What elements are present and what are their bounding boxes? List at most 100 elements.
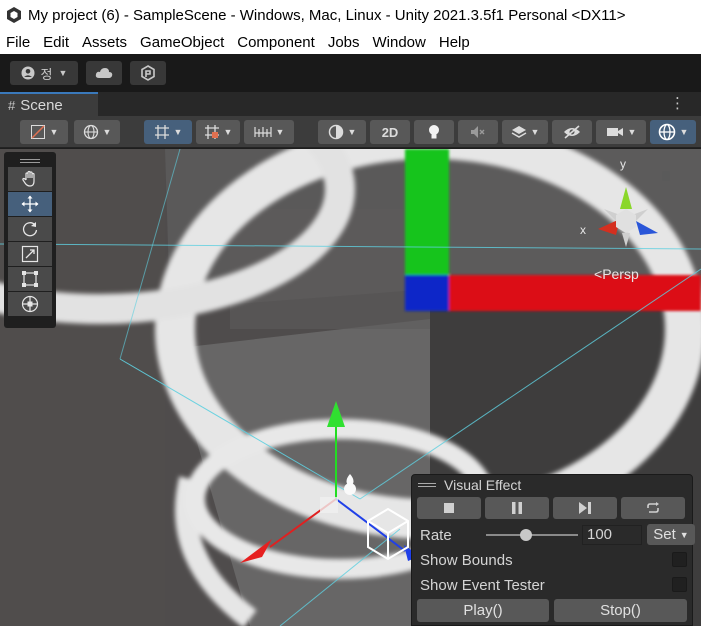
- restart-icon: [647, 502, 659, 513]
- chevron-down-icon: ▼: [530, 127, 540, 137]
- hand-tool-button[interactable]: [8, 167, 52, 191]
- grid-snap-icon: [154, 125, 169, 139]
- set-label: Set: [653, 526, 676, 543]
- play-event-button[interactable]: Play(): [417, 599, 549, 622]
- projection-toggle[interactable]: <Persp: [594, 266, 639, 282]
- title-bar: My project (6) - SampleScene - Windows, …: [0, 0, 701, 30]
- tab-strip: # Scene ⋮: [0, 92, 701, 116]
- chevron-down-icon: ▼: [102, 127, 112, 137]
- pause-button[interactable]: [485, 497, 549, 519]
- stop-event-button[interactable]: Stop(): [554, 599, 687, 622]
- chevron-left-icon: <: [594, 266, 603, 282]
- camera-settings-button[interactable]: ▼: [596, 120, 646, 144]
- scene-toolbar: ▼ ▼ ▼ ▼ ▼ ▼ 2D ▼ ▼ ▼: [0, 116, 701, 148]
- axis-x-label: x: [580, 223, 586, 237]
- hand-icon: [22, 170, 35, 187]
- account-button[interactable]: 정 ▼: [10, 61, 78, 85]
- chevron-down-icon: ▼: [347, 127, 357, 137]
- rate-row: Rate 100 Set ▼: [420, 524, 695, 546]
- stop-button[interactable]: [417, 497, 481, 519]
- drag-handle[interactable]: [8, 156, 52, 166]
- show-bounds-checkbox[interactable]: [672, 552, 687, 567]
- grid-icon: #: [8, 97, 16, 113]
- ruler-snap-button[interactable]: ▼: [244, 120, 294, 144]
- set-rate-dropdown[interactable]: Set ▼: [647, 524, 695, 545]
- show-bounds-label: Show Bounds: [420, 551, 513, 569]
- 2d-toggle-button[interactable]: 2D: [370, 120, 410, 144]
- menu-bar: File Edit Assets GameObject Component Jo…: [0, 30, 701, 54]
- transform-tool-button[interactable]: [8, 292, 52, 316]
- show-event-tester-checkbox[interactable]: [672, 577, 687, 592]
- light-bulb-icon: [429, 125, 439, 139]
- gizmo-globe-icon: [658, 123, 675, 141]
- restart-button[interactable]: [621, 497, 685, 519]
- visual-effect-panel: Visual Effect Rate 100 Set ▼ Show Bounds…: [411, 474, 695, 626]
- chevron-down-icon: ▼: [58, 68, 68, 78]
- collab-button[interactable]: [130, 61, 166, 85]
- camera-icon: [606, 128, 623, 136]
- axis-z-label: z: [662, 224, 668, 238]
- rate-label: Rate: [420, 526, 452, 544]
- vfx-panel-header[interactable]: Visual Effect: [412, 475, 692, 495]
- mute-icon: [471, 126, 485, 138]
- rate-slider-track[interactable]: [486, 534, 578, 536]
- chevron-down-icon: ▼: [627, 127, 637, 137]
- chevron-down-icon: ▼: [679, 127, 689, 137]
- cloud-button[interactable]: [86, 61, 122, 85]
- orientation-gizmo[interactable]: y x z: [580, 157, 672, 263]
- more-options-icon[interactable]: ⋮: [670, 96, 685, 111]
- rate-slider-handle[interactable]: [520, 529, 532, 541]
- step-button[interactable]: [553, 497, 617, 519]
- rate-value-field[interactable]: 100: [582, 525, 642, 545]
- stop-icon: [444, 503, 454, 513]
- menu-assets[interactable]: Assets: [82, 34, 127, 51]
- menu-edit[interactable]: Edit: [43, 34, 69, 51]
- audio-toggle-button[interactable]: [458, 120, 498, 144]
- tools-palette: [4, 152, 56, 328]
- chevron-down-icon: ▼: [679, 529, 689, 540]
- gizmos-button[interactable]: ▼: [650, 120, 696, 144]
- tab-scene[interactable]: # Scene: [0, 92, 98, 116]
- shading-mode-button[interactable]: ▼: [318, 120, 366, 144]
- menu-file[interactable]: File: [6, 34, 30, 51]
- increment-snap-button[interactable]: ▼: [196, 120, 240, 144]
- shaded-draw-icon: [30, 125, 45, 139]
- menu-jobs[interactable]: Jobs: [328, 34, 360, 51]
- move-tool-button[interactable]: [8, 192, 52, 216]
- orientation-button[interactable]: ▼: [74, 120, 120, 144]
- menu-component[interactable]: Component: [237, 34, 315, 51]
- drag-handle-icon[interactable]: [418, 483, 436, 487]
- lighting-toggle-button[interactable]: [414, 120, 454, 144]
- layers-icon: [511, 126, 526, 138]
- grid-snap-button[interactable]: ▼: [144, 120, 192, 144]
- vfx-panel-title: Visual Effect: [444, 477, 522, 493]
- account-icon: [21, 66, 35, 80]
- main-toolbar: 정 ▼: [0, 54, 701, 92]
- scale-tool-button[interactable]: [8, 242, 52, 266]
- chevron-down-icon: ▼: [223, 127, 233, 137]
- hidden-objects-button[interactable]: [552, 120, 592, 144]
- lock-icon[interactable]: [662, 171, 670, 181]
- chevron-down-icon: ▼: [173, 127, 183, 137]
- rect-tool-button[interactable]: [8, 267, 52, 291]
- menu-window[interactable]: Window: [373, 34, 426, 51]
- show-bounds-row: Show Bounds: [420, 549, 690, 571]
- account-label: 정: [40, 66, 53, 82]
- move-arrows-icon: [21, 195, 39, 213]
- rect-transform-icon: [22, 271, 38, 287]
- eye-crossed-icon: [564, 125, 580, 139]
- draw-mode-button[interactable]: ▼: [20, 120, 68, 144]
- ruler-icon: [253, 127, 272, 137]
- tab-scene-label: Scene: [20, 96, 63, 114]
- cloud-icon: [95, 68, 113, 78]
- menu-gameobject[interactable]: GameObject: [140, 34, 224, 51]
- show-event-tester-row: Show Event Tester: [420, 574, 690, 596]
- sphere-shading-icon: [328, 124, 343, 140]
- globe-icon: [83, 124, 98, 140]
- projection-label: Persp: [602, 266, 639, 282]
- scale-icon: [21, 245, 39, 263]
- axis-y-label: y: [620, 157, 626, 171]
- rotate-tool-button[interactable]: [8, 217, 52, 241]
- effects-button[interactable]: ▼: [502, 120, 548, 144]
- menu-help[interactable]: Help: [439, 34, 470, 51]
